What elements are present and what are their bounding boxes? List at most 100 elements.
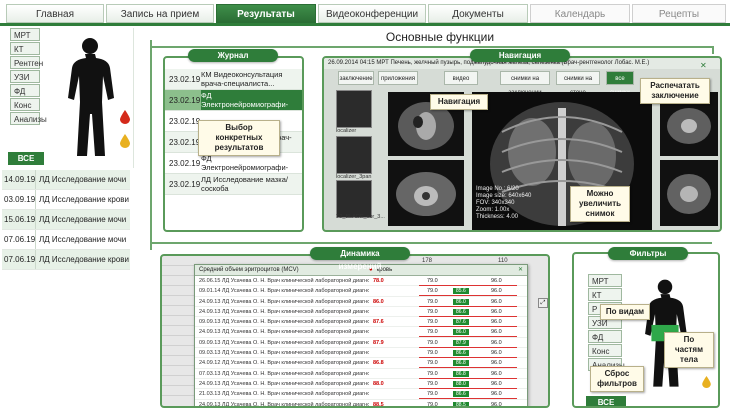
table-row[interactable]: 09.09.13 ЛД Усачева О. Н. Врач клиническ… [195, 338, 527, 349]
table-row[interactable]: 09.01.14 ЛД Усачева О. Н. Врач клиническ… [195, 286, 527, 297]
journal-date: 23.02.19 [169, 180, 201, 189]
measurement-badge: 87.6 [453, 319, 469, 326]
attachments-button[interactable]: приложения [378, 71, 418, 85]
image-thumbnail[interactable] [336, 180, 372, 218]
body-silhouette-icon[interactable] [58, 36, 122, 160]
category-consult-button[interactable]: Конс [10, 98, 40, 111]
table-row[interactable]: 24.09.12 ЛД Усачева О. Н. Врач клиническ… [195, 358, 527, 369]
journal-row[interactable]: 23.02.19 ЛД Исследование мазка/соскоба [165, 174, 302, 195]
measurement-source: 09.03.13 ЛД Усачева О. Н. Врач клиническ… [199, 350, 369, 357]
journal-text: КМ Видеоконсультация врача-специалиста..… [201, 70, 283, 88]
visit-title: ЛД Исследование мочи [39, 235, 127, 244]
table-row[interactable]: 09.09.13 ЛД Усачева О. Н. Врач клиническ… [195, 317, 527, 328]
blood-drop-icon[interactable] [120, 110, 130, 124]
measurement-source: 09.09.13 ЛД Усачева О. Н. Врач клиническ… [199, 339, 369, 346]
conclusion-images-button[interactable]: снимки на заключении [500, 71, 550, 96]
table-row[interactable]: 21.03.13 ЛД Усачева О. Н. Врач клиническ… [195, 389, 527, 400]
measurement-value: 86.8 [373, 360, 384, 367]
tab-prescriptions[interactable]: Рецепты [632, 4, 726, 23]
thumbnail-caption: localizer [336, 128, 357, 134]
journal-date: 23.02.19 [169, 138, 201, 147]
image-thumbnail[interactable] [336, 136, 372, 174]
measurement-badge: 86.6 [453, 308, 469, 315]
category-fd-button[interactable]: ФД [10, 84, 40, 97]
visit-title: ЛД Исследование мочи [39, 215, 127, 224]
close-icon[interactable]: ✕ [518, 265, 527, 275]
wall-images-button[interactable]: снимки на стене [556, 71, 600, 96]
connector-line [152, 46, 712, 48]
all-images-button[interactable]: все снимки [606, 71, 634, 96]
video-button[interactable]: видео [444, 71, 478, 85]
measurement-badge: 88.5 [453, 401, 469, 406]
close-icon[interactable]: ✕ [700, 61, 707, 70]
filter-consult-button[interactable]: Конс [588, 344, 622, 357]
table-row[interactable]: 26.06.15 ЛД Усачева О. Н. Врач клиническ… [195, 276, 527, 287]
tabs-underline [0, 23, 730, 26]
tab-calendar[interactable]: Календарь [530, 4, 630, 23]
measurement-badge: 86.0 [453, 329, 469, 336]
journal-text: ФД Электронейромиографи-фия (ЭНМГ) (Врач… [201, 154, 289, 173]
list-item[interactable]: 07.06.19 ЛД Исследование мочи [2, 230, 130, 250]
image-thumbnail[interactable] [336, 90, 372, 128]
category-mri-button[interactable]: МРТ [10, 28, 40, 41]
table-row[interactable]: 24.09.13 ЛД Усачева О. Н. Врач клиническ… [195, 297, 527, 307]
page-title: Основные функции [385, 30, 495, 44]
list-item[interactable]: 03.09.19 ЛД Исследование крови [2, 190, 130, 210]
urine-drop-icon[interactable] [120, 134, 130, 148]
callout-by-type: По видам [600, 304, 650, 320]
mri-slice-image[interactable] [388, 160, 464, 226]
table-row[interactable]: 24.09.13 ЛД Усачева О. Н. Врач клиническ… [195, 327, 527, 338]
measurement-source: 24.09.13 ЛД Усачева О. Н. Врач клиническ… [199, 401, 369, 408]
scan-info: Image No.: 6/20 Image size: 640x640 FOV:… [476, 186, 532, 220]
journal-row-selected[interactable]: 23.02.19ФД Электронейромиографи-фия (ЭНМ… [165, 90, 302, 111]
table-row[interactable]: 24.09.13 ЛД Усачева О. Н. Врач клиническ… [195, 379, 527, 390]
connector-line [152, 242, 712, 244]
measurement-source: 09.01.14 ЛД Усачева О. Н. Врач клиническ… [199, 288, 369, 295]
tab-appointment[interactable]: Запись на прием [106, 4, 214, 23]
list-item[interactable]: 07.06.19 ЛД Исследование крови [2, 250, 130, 270]
list-item[interactable]: 14.09.19 ЛД Исследование мочи [2, 170, 130, 190]
callout-reset: Сброс фильтров [590, 366, 644, 392]
measurement-badge: 87.9 [453, 339, 469, 346]
filter-mri-button[interactable]: МРТ [588, 274, 622, 287]
visit-date: 07.06.19 [2, 250, 36, 269]
expand-button[interactable]: ⤢ [538, 298, 548, 308]
conclusion-button[interactable]: заключение [338, 71, 374, 85]
filter-fd-button[interactable]: ФД [588, 330, 622, 343]
visit-date: 07.06.19 [2, 230, 36, 249]
filter-all-button[interactable]: ВСЕ [586, 396, 626, 406]
category-all-button[interactable]: ВСЕ [8, 152, 44, 165]
callout-print: Распечатать заключение [640, 78, 710, 104]
category-ultrasound-button[interactable]: УЗИ [10, 70, 40, 83]
visit-title: ЛД Исследование крови [39, 195, 129, 204]
table-row[interactable]: 24.09.13 ЛД Усачева О. Н. Врач клиническ… [195, 400, 527, 408]
table-row[interactable]: 09.03.13 ЛД Усачева О. Н. Врач клиническ… [195, 348, 527, 359]
journal-text: ФД Электронейромиографи-фия (ЭНМГ) (Врач… [201, 90, 302, 110]
measurement-value: 86.0 [373, 298, 384, 305]
dynamics-label: Динамика измерений [310, 247, 410, 271]
mri-slice-image[interactable] [660, 160, 718, 226]
measurement-badge: 86.6 [453, 350, 469, 357]
category-analyses-button[interactable]: Анализы [10, 112, 47, 125]
callout-navigation: Навигация [430, 94, 488, 110]
table-row[interactable]: 07.03.13 ЛД Усачева О. Н. Врач клиническ… [195, 369, 527, 379]
left-filter-panel: МРТ КТ Рентген УЗИ ФД Конс Анализы ВСЕ [2, 28, 134, 168]
tab-documents[interactable]: Документы [428, 4, 528, 23]
table-row[interactable]: 24.09.13 ЛД Усачева О. Н. Врач клиническ… [195, 307, 527, 318]
tab-results[interactable]: Результаты [216, 4, 316, 23]
category-ct-button[interactable]: КТ [10, 42, 40, 55]
visit-history-list: 14.09.19 ЛД Исследование мочи 03.09.19 ЛД … [2, 170, 130, 270]
navigation-label: Навигация [470, 49, 570, 62]
visit-date: 15.06.19 [2, 210, 36, 229]
journal-row[interactable]: 23.02.19 КМ Видеоконсультация врача-специ… [165, 69, 302, 90]
urine-drop-icon[interactable] [702, 376, 711, 388]
tab-videoconference[interactable]: Видеоконференции [318, 4, 426, 23]
measurement-source: 24.09.13 ЛД Усачева О. Н. Врач клиническ… [199, 380, 369, 387]
list-item[interactable]: 15.06.19 ЛД Исследование мочи [2, 210, 130, 230]
journal-row[interactable]: 23.02.19ФД Электронейромиографи-фия (ЭНМ… [165, 153, 302, 174]
measurement-badge: 86.8 [453, 360, 469, 367]
category-xray-button[interactable]: Рентген [10, 56, 43, 69]
filter-ct-button[interactable]: КТ [588, 288, 622, 301]
tab-home[interactable]: Главная [6, 4, 104, 23]
journal-date: 23.02.19 [169, 75, 201, 84]
